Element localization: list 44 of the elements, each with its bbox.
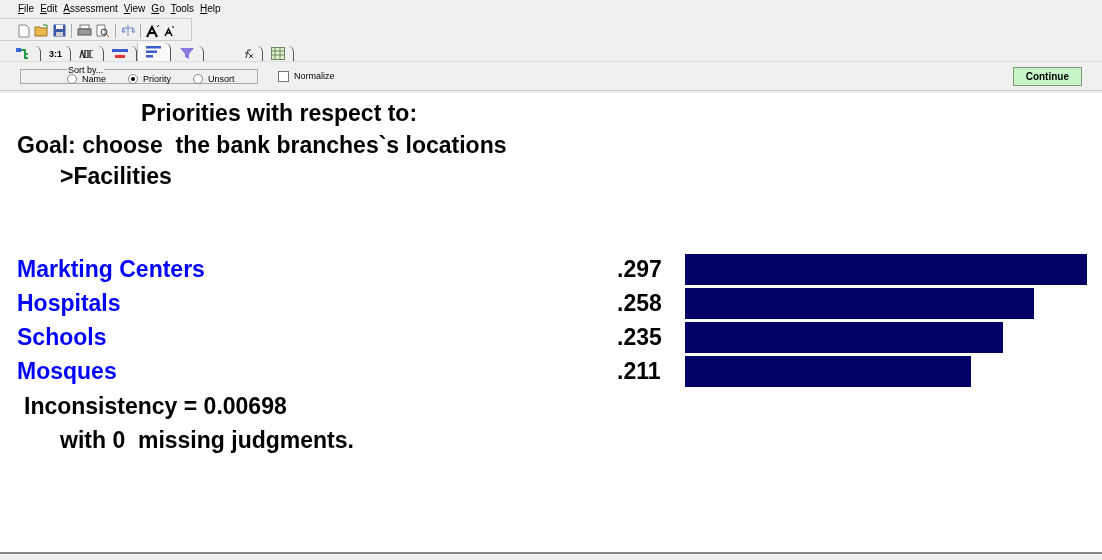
menu-item[interactable]: View xyxy=(123,3,146,18)
menu-item[interactable]: File xyxy=(18,3,35,18)
radio-button[interactable]: Name xyxy=(67,74,106,84)
priority-value: .211 xyxy=(617,358,662,385)
node-text: >Facilities xyxy=(59,162,173,191)
priority-value: .258 xyxy=(617,290,663,317)
bar-chart-icon xyxy=(146,46,162,58)
function-icon xyxy=(242,48,254,59)
menu-item[interactable]: Edit xyxy=(40,3,58,18)
bar-icon xyxy=(112,48,128,59)
criterion-name: Schools xyxy=(16,324,108,351)
priority-value: .235 xyxy=(617,324,663,351)
continue-button[interactable]: Continue xyxy=(1012,66,1082,86)
print-preview-icon[interactable] xyxy=(96,23,110,38)
grid-icon xyxy=(271,47,285,60)
radio-icon[interactable] xyxy=(67,74,77,84)
criterion-name: Hospitals xyxy=(16,290,122,317)
radio-button[interactable]: Priority xyxy=(128,74,172,84)
heading: Priorities with respect to: xyxy=(140,99,419,128)
missing-judgments-text: with 0 missing judgments. xyxy=(59,426,355,455)
criterion-name: Mosques xyxy=(16,358,118,385)
printer-icon[interactable] xyxy=(77,24,92,37)
menu-item[interactable]: Tools xyxy=(170,3,195,18)
goal-text: Goal: choose the bank branches`s locations xyxy=(16,131,508,160)
new-document-icon[interactable] xyxy=(18,23,30,38)
inconsistency-text: Inconsistency = 0.00698 xyxy=(23,392,288,421)
radio-icon[interactable] xyxy=(128,74,138,84)
funnel-icon xyxy=(179,47,195,60)
radio-icon[interactable] xyxy=(193,74,204,84)
decrease-font-icon[interactable] xyxy=(164,24,175,37)
normalize-checkbox[interactable]: Normalize xyxy=(278,70,335,82)
increase-font-icon[interactable] xyxy=(146,23,160,38)
criterion-name: Markting Centers xyxy=(16,256,206,283)
group-label: Sort by... xyxy=(67,64,104,75)
menu-item[interactable]: Assessment xyxy=(63,3,118,18)
balance-scale-icon[interactable] xyxy=(121,24,135,37)
folder-icon[interactable] xyxy=(34,24,49,37)
radio-button[interactable]: Unsort xyxy=(193,74,235,84)
tab[interactable] xyxy=(137,43,171,61)
priority-value: .297 xyxy=(617,256,663,283)
spelling-icon xyxy=(79,49,95,58)
menu-item[interactable]: Go xyxy=(151,3,165,18)
menu-item[interactable]: Help xyxy=(200,3,221,18)
checkbox-icon[interactable] xyxy=(278,70,289,82)
